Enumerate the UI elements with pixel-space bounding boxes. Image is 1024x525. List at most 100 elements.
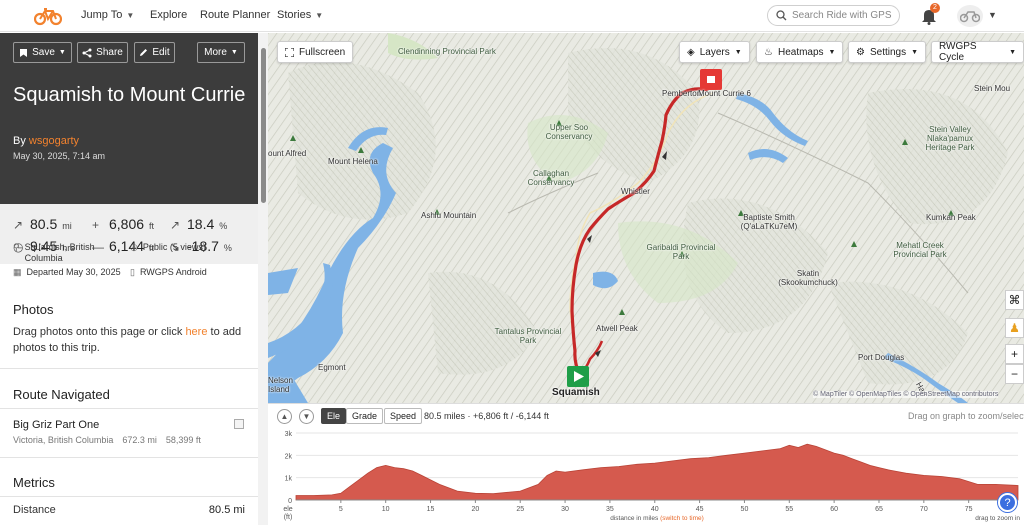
author-link[interactable]: wsgogarty	[29, 135, 79, 147]
save-button[interactable]: Save ▼	[13, 42, 72, 63]
by-label: By	[13, 135, 26, 147]
settings-button[interactable]: ⚙ Settings ▼	[848, 41, 927, 63]
stories-menu[interactable]: Stories ▼	[277, 9, 323, 21]
zoom-in-button[interactable]: +	[1005, 344, 1024, 364]
route-name-link[interactable]: Big Griz Part One	[13, 417, 248, 433]
location-pin-icon: ⚲	[13, 242, 20, 252]
x-tick-label: 35	[606, 506, 614, 513]
chevron-down-icon: ▼	[58, 49, 66, 56]
map-label-stein-valley: Stein Valley Nlaka'pamux Heritage Park	[925, 125, 975, 152]
chevron-down-icon: ▼	[1009, 48, 1016, 56]
route-elevation: 58,399 ft	[165, 435, 201, 445]
layers-label: Layers	[699, 46, 730, 58]
edit-button[interactable]: Edit	[134, 42, 175, 63]
pegman-icon: ♟	[1009, 321, 1020, 335]
tab-speed[interactable]: Speed	[384, 408, 423, 424]
search-input[interactable]: Search Ride with GPS	[767, 5, 900, 26]
map-label-kumkan: Kumkan Peak	[926, 213, 976, 222]
fullscreen-label: Fullscreen	[299, 46, 346, 58]
help-button[interactable]: ?	[998, 493, 1017, 512]
explore-label: Explore	[150, 9, 188, 21]
chevron-down-icon[interactable]: ▼	[988, 10, 997, 20]
route-thumbnail[interactable]	[234, 419, 244, 429]
x-tick-label: 40	[651, 506, 659, 513]
y-tick-label: 3k	[285, 431, 293, 438]
map-label-mount-alfred: ount Alfred	[268, 149, 307, 158]
plus-icon: +	[92, 218, 100, 232]
chevron-down-icon: ▼	[315, 10, 324, 20]
add-photos-link[interactable]: here	[185, 326, 207, 338]
distance-unit: mi	[62, 221, 72, 231]
map-label-clendinning: Clendinning Provincial Park	[398, 47, 496, 56]
x-tick-label: 45	[696, 506, 704, 513]
tab-elevation[interactable]: Ele	[321, 408, 347, 424]
bookmark-icon	[20, 48, 28, 57]
max-grade-unit: %	[219, 221, 228, 231]
elevation-gain-unit: ft	[149, 221, 155, 231]
map-style-select[interactable]: RWGPS Cycle ▼	[931, 41, 1024, 63]
x-tick-label: 75	[965, 506, 973, 513]
map-view[interactable]: Clendinning Provincial Park Upper Soo Co…	[268, 33, 1024, 403]
search-icon	[776, 10, 787, 21]
x-tick-label: 10	[382, 506, 390, 513]
map-label-upper-soo: Upper Soo Conservancy	[545, 123, 593, 141]
route-location: Victoria, British Columbia	[13, 435, 114, 445]
share-button[interactable]: Share	[77, 42, 128, 63]
chevron-down-icon: ▼	[734, 48, 742, 56]
rwgps-logo-icon[interactable]	[34, 6, 62, 26]
page-title: Squamish to Mount Currie	[13, 84, 246, 106]
map-attribution: © MapTiler © OpenMapTiles © OpenStreetMa…	[813, 391, 999, 398]
more-button[interactable]: More ▼	[197, 42, 245, 63]
y-tick-label: 2k	[285, 453, 293, 460]
device-text: RWGPS Android	[139, 267, 207, 277]
expand-profile-button[interactable]: ▲	[277, 409, 292, 424]
profile-summary: 80.5 miles · +6,806 ft / -6,144 ft	[424, 411, 549, 421]
divider	[0, 408, 258, 409]
search-placeholder: Search Ride with GPS	[792, 10, 892, 21]
avatar[interactable]	[957, 5, 983, 27]
explore-link[interactable]: Explore	[150, 9, 187, 21]
x-tick-label: 25	[516, 506, 524, 513]
edit-label: Edit	[152, 47, 170, 58]
layers-button[interactable]: ◈ Layers ▼	[679, 41, 750, 63]
elevation-chart[interactable]: 01k2k3k5 10 15 20 25 30 35 40 45 50 55 60 65 70 75ele(…	[268, 425, 1024, 525]
x-tick-label: 60	[830, 506, 838, 513]
layers-icon: ◈	[687, 46, 695, 58]
bike-avatar-icon	[960, 11, 980, 23]
distance-value: 80.5	[30, 216, 58, 232]
metrics-heading: Metrics	[13, 475, 55, 490]
route-distance-icon: ↗	[13, 218, 24, 232]
route-planner-link[interactable]: Route Planner	[200, 9, 270, 21]
switch-to-time-link[interactable]: (switch to time)	[660, 515, 704, 522]
departed-text: Departed May 30, 2025	[26, 267, 121, 277]
map-label-tantalus: Tantalus Provincial Park	[494, 327, 562, 345]
zoom-out-button[interactable]: −	[1005, 364, 1024, 384]
max-grade-stat: ↗ 18.4%	[170, 216, 227, 232]
location-meta: ⚲ Squamish, British Columbia	[13, 242, 118, 264]
x-tick-label: 20	[471, 506, 479, 513]
metric-distance-value: 80.5 mi	[208, 504, 245, 516]
divider	[0, 457, 258, 458]
street-view-button[interactable]: ♟	[1005, 318, 1024, 338]
privacy-meta: ◎ Public (5 views)	[130, 242, 206, 253]
chevron-down-icon: ▼	[828, 48, 836, 56]
save-label: Save	[32, 47, 55, 58]
author-byline: By wsgogarty	[13, 135, 79, 147]
photos-text-before: Drag photos onto this page or click	[13, 326, 183, 338]
pencil-icon	[140, 49, 148, 56]
sidebar-scroll-thumb[interactable]	[261, 48, 266, 203]
collapse-profile-button[interactable]: ▼	[299, 409, 314, 424]
map-overlay-toggle[interactable]: ⌘	[1005, 290, 1024, 310]
plus-icon: +	[1010, 347, 1018, 361]
fullscreen-button[interactable]: Fullscreen	[277, 41, 354, 63]
jump-to-menu[interactable]: Jump To ▼	[81, 9, 134, 21]
share-label: Share	[96, 47, 123, 58]
question-icon: ?	[1004, 496, 1011, 509]
minus-icon: −	[1010, 367, 1018, 381]
heatmaps-button[interactable]: ♨ Heatmaps ▼	[756, 41, 844, 63]
y-tick-label: 0	[288, 498, 292, 505]
map-label-garibaldi: Garibaldi Provincial Park	[646, 243, 716, 261]
tab-grade[interactable]: Grade	[346, 408, 384, 424]
heatmaps-label: Heatmaps	[777, 46, 824, 58]
min-grade-unit: %	[223, 243, 232, 253]
